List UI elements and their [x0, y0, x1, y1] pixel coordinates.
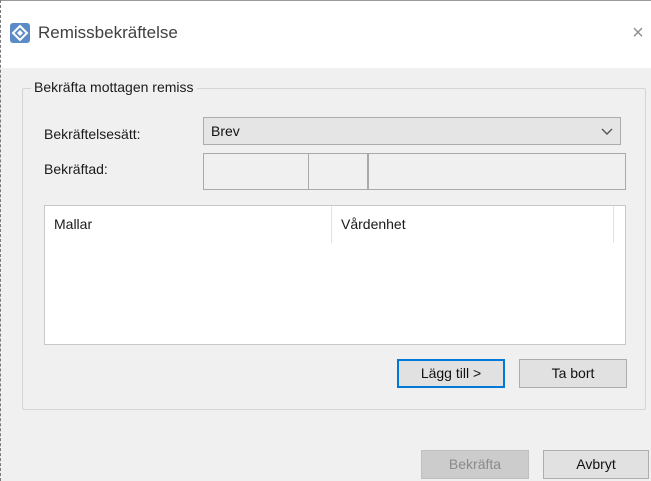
confirmed-date-field[interactable]: [203, 153, 626, 190]
confirm-button[interactable]: Bekräfta: [421, 450, 529, 479]
confirmed-label: Bekräftad:: [44, 161, 108, 177]
group-legend: Bekräfta mottagen remiss: [31, 78, 197, 96]
date-part-month[interactable]: [309, 154, 368, 189]
date-part-day[interactable]: [368, 154, 625, 189]
method-combobox-value: Brev: [211, 123, 240, 139]
window-top-edge: [0, 0, 651, 3]
close-button[interactable]: ×: [628, 22, 648, 44]
templates-listview[interactable]: Mallar Vårdenhet: [44, 205, 626, 345]
method-combobox[interactable]: Brev: [203, 117, 621, 145]
app-diamond-icon: [10, 23, 30, 43]
column-header-mallar[interactable]: Mallar: [45, 206, 332, 243]
remove-button[interactable]: Ta bort: [519, 359, 627, 388]
dialog-window: Remissbekräftelse × Bekräfta mottagen re…: [0, 0, 651, 481]
chevron-down-icon: [600, 124, 614, 138]
date-part-year[interactable]: [204, 154, 309, 189]
cancel-button[interactable]: Avbryt: [543, 450, 649, 479]
window-title: Remissbekräftelse: [38, 23, 178, 42]
add-button[interactable]: Lägg till >: [397, 359, 505, 388]
method-label: Bekräftelsesätt:: [44, 126, 141, 142]
column-header-vardenhet[interactable]: Vårdenhet: [332, 206, 614, 243]
title-bar: Remissbekräftelse ×: [0, 0, 651, 68]
window-left-edge: [0, 0, 2, 481]
